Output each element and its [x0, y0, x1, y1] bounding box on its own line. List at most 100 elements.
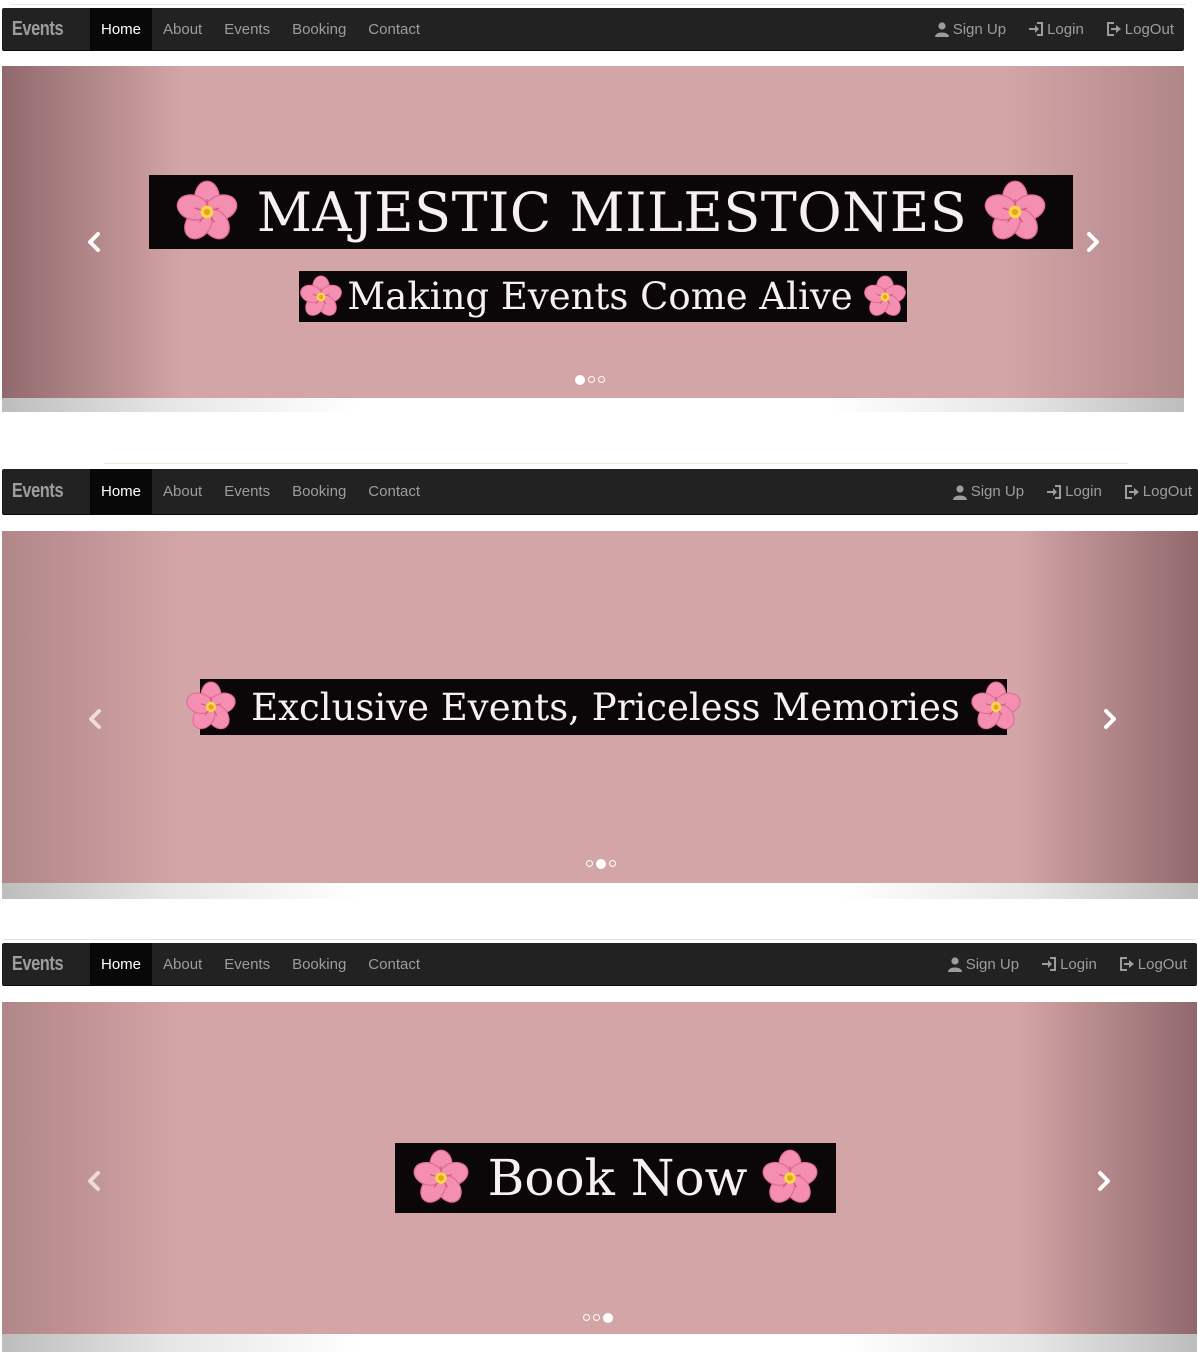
nav-booking[interactable]: Booking — [281, 8, 357, 50]
logout-label: LogOut — [1124, 20, 1174, 38]
cherry-blossom-icon — [983, 180, 1047, 244]
login-link[interactable]: Login — [1028, 21, 1084, 38]
carousel-indicator-1[interactable] — [575, 374, 585, 385]
nav-home[interactable]: Home — [90, 943, 153, 985]
logout-link[interactable]: LogOut — [1106, 21, 1174, 38]
nav-events[interactable]: Events — [213, 469, 281, 514]
brand-logo[interactable]: Events — [2, 953, 74, 976]
login-icon — [1047, 484, 1062, 499]
user-icon — [934, 22, 949, 37]
cherry-blossom-icon — [412, 1149, 470, 1207]
cherry-blossom-icon — [299, 274, 343, 319]
hero-carousel-slide-1: MAJESTIC MILESTONES Making Events Come A… — [2, 66, 1184, 412]
cherry-blossom-icon — [970, 681, 1022, 733]
slide-title-banner: Exclusive Events, Priceless Memories — [186, 679, 1021, 735]
login-icon — [1029, 22, 1044, 36]
login-link[interactable]: Login — [1046, 483, 1102, 500]
brand-logo[interactable]: Events — [2, 480, 74, 503]
carousel-indicators — [575, 374, 605, 385]
nav-home[interactable]: Home — [90, 469, 153, 514]
login-icon — [1042, 957, 1057, 971]
logout-link[interactable]: LogOut — [1119, 956, 1187, 973]
signup-link[interactable]: Sign Up — [934, 21, 1006, 38]
signup-label: Sign Up — [952, 20, 1007, 38]
slide-title: Exclusive Events, Priceless Memories — [251, 685, 960, 729]
carousel-indicator-3[interactable] — [603, 1312, 613, 1323]
carousel-next-button[interactable] — [1099, 706, 1121, 732]
carousel-next-button[interactable] — [1082, 229, 1104, 255]
logout-link[interactable]: LogOut — [1124, 483, 1192, 500]
brand-logo[interactable]: Events — [2, 18, 74, 41]
slide-title-banner: Book Now — [395, 1143, 836, 1213]
nav-account: Sign Up Login LogOut — [925, 943, 1197, 985]
carousel-indicator-3[interactable] — [609, 860, 616, 867]
logout-icon — [1119, 957, 1134, 971]
signup-label: Sign Up — [965, 955, 1020, 973]
logout-icon — [1124, 484, 1139, 499]
slide-title: Book Now — [487, 1149, 748, 1207]
nav-about[interactable]: About — [152, 8, 213, 50]
carousel-indicator-1[interactable] — [583, 1314, 590, 1321]
carousel-indicator-1[interactable] — [586, 860, 593, 867]
carousel-indicator-3[interactable] — [598, 376, 605, 383]
slide-title: MAJESTIC MILESTONES — [256, 180, 968, 244]
nav-account: Sign Up Login LogOut — [930, 469, 1198, 514]
navbar: Events Home About Events Booking Contact… — [2, 469, 1198, 515]
carousel-prev-button[interactable] — [84, 706, 106, 732]
nav-contact[interactable]: Contact — [357, 943, 431, 985]
navbar: Events Home About Events Booking Contact… — [2, 943, 1197, 986]
carousel-bottom-edge — [2, 398, 1184, 412]
chevron-right-icon — [1104, 709, 1116, 729]
cherry-blossom-icon — [185, 681, 237, 733]
slide-subtitle-banner: Making Events Come Alive — [299, 271, 907, 322]
nav-booking[interactable]: Booking — [281, 943, 357, 985]
carousel-prev-button[interactable] — [83, 1168, 105, 1194]
nav-events[interactable]: Events — [213, 943, 281, 985]
carousel-indicators — [586, 858, 616, 869]
nav-links: Home About Events Booking Contact — [90, 943, 431, 985]
cherry-blossom-icon — [761, 1149, 819, 1207]
nav-account: Sign Up Login LogOut — [912, 8, 1184, 50]
cherry-blossom-icon — [863, 274, 907, 319]
nav-home[interactable]: Home — [90, 8, 153, 50]
chevron-right-icon — [1098, 1171, 1110, 1191]
nav-about[interactable]: About — [152, 469, 213, 514]
signup-link[interactable]: Sign Up — [952, 483, 1024, 500]
nav-booking[interactable]: Booking — [281, 469, 357, 514]
login-label: Login — [1065, 483, 1102, 500]
carousel-indicators — [583, 1312, 613, 1323]
carousel-bottom-edge — [2, 1334, 1197, 1352]
chevron-left-icon — [89, 709, 101, 729]
carousel-indicator-2[interactable] — [588, 376, 595, 383]
nav-about[interactable]: About — [152, 943, 213, 985]
signup-link[interactable]: Sign Up — [947, 956, 1019, 973]
nav-links: Home About Events Booking Contact — [90, 8, 431, 50]
nav-events[interactable]: Events — [213, 8, 281, 50]
slide-title-banner: MAJESTIC MILESTONES — [149, 175, 1073, 249]
nav-contact[interactable]: Contact — [357, 8, 431, 50]
signup-label: Sign Up — [970, 483, 1025, 500]
divider — [10, 4, 1186, 5]
carousel-indicator-2[interactable] — [596, 858, 606, 869]
user-icon — [947, 957, 962, 972]
navbar: Events Home About Events Booking Contact… — [2, 8, 1184, 51]
carousel-indicator-2[interactable] — [593, 1314, 600, 1321]
carousel-next-button[interactable] — [1093, 1168, 1115, 1194]
chevron-left-icon — [88, 232, 100, 252]
chevron-right-icon — [1087, 232, 1099, 252]
divider — [2, 939, 1196, 940]
login-label: Login — [1060, 955, 1097, 973]
login-label: Login — [1047, 20, 1084, 38]
chevron-left-icon — [88, 1171, 100, 1191]
logout-label: LogOut — [1142, 483, 1192, 500]
logout-label: LogOut — [1137, 955, 1187, 973]
carousel-prev-button[interactable] — [83, 229, 105, 255]
nav-contact[interactable]: Contact — [357, 469, 431, 514]
carousel-bottom-edge — [2, 883, 1198, 899]
hero-carousel-slide-3: Book Now — [2, 1002, 1197, 1352]
nav-links: Home About Events Booking Contact — [90, 469, 431, 514]
cherry-blossom-icon — [175, 180, 239, 244]
login-link[interactable]: Login — [1041, 956, 1097, 973]
slide-subtitle: Making Events Come Alive — [347, 275, 853, 318]
divider — [104, 463, 1128, 464]
